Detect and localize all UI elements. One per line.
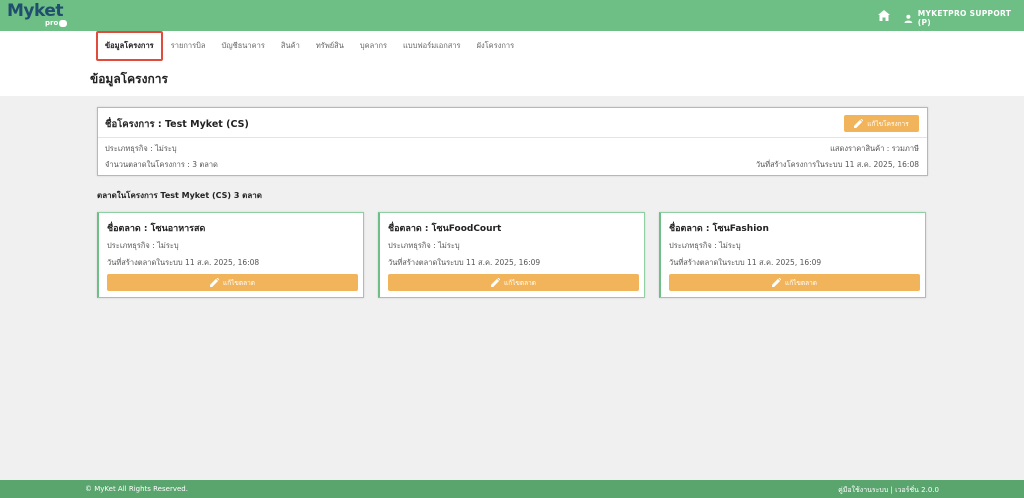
pencil-icon bbox=[491, 278, 501, 287]
market-created-date: วันที่สร้างตลาดในระบบ 11 ส.ค. 2025, 16:0… bbox=[388, 258, 541, 267]
home-icon[interactable] bbox=[878, 10, 890, 21]
edit-project-button[interactable]: แก้ไขโครงการ bbox=[844, 115, 919, 132]
footer: © MyKet All Rights Reserved. คู่มือใช้งา… bbox=[0, 480, 1024, 498]
tab-project-layout[interactable]: ผังโครงการ bbox=[469, 31, 523, 61]
edit-market-button[interactable]: แก้ไขตลาด bbox=[669, 274, 920, 291]
divider bbox=[98, 137, 927, 138]
tab-project-info[interactable]: ข้อมูลโครงการ bbox=[96, 31, 163, 61]
logo-text: Myket bbox=[7, 1, 64, 21]
logo-sub-text: pro bbox=[45, 19, 59, 27]
tab-products[interactable]: สินค้า bbox=[273, 31, 308, 61]
market-title: ชื่อตลาด : โซนFashion bbox=[669, 224, 769, 234]
user-icon bbox=[904, 14, 913, 23]
tab-list: ข้อมูลโครงการ รายการบิล บัญชีธนาคาร สินค… bbox=[96, 31, 522, 61]
tab-staff[interactable]: บุคลากร bbox=[352, 31, 395, 61]
market-created-date: วันที่สร้างตลาดในระบบ 11 ส.ค. 2025, 16:0… bbox=[669, 258, 822, 267]
tab-assets[interactable]: ทรัพย์สิน bbox=[308, 31, 352, 61]
tab-bills[interactable]: รายการบิล bbox=[163, 31, 214, 61]
footer-copyright: © MyKet All Rights Reserved. bbox=[85, 485, 188, 493]
market-title: ชื่อตลาด : โซนFoodCourt bbox=[388, 224, 502, 234]
pencil-icon bbox=[210, 278, 220, 287]
project-business-type: ประเภทธุรกิจ : ไม่ระบุ bbox=[105, 144, 177, 153]
markets-section-label: ตลาดในโครงการ Test Myket (CS) 3 ตลาด bbox=[97, 191, 262, 200]
edit-project-label: แก้ไขโครงการ bbox=[867, 119, 909, 128]
edit-market-button[interactable]: แก้ไขตลาด bbox=[107, 274, 358, 291]
edit-market-label: แก้ไขตลาด bbox=[785, 278, 817, 287]
project-price-display: แสดงราคาสินค้า : รวมภาษี bbox=[830, 144, 919, 153]
pencil-icon bbox=[772, 278, 782, 287]
user-menu[interactable]: MYKETPRO SUPPORT (P) bbox=[904, 9, 1024, 27]
market-card: ชื่อตลาด : โซนFoodCourt ประเภทธุรกิจ : ไ… bbox=[378, 212, 645, 298]
app-logo[interactable]: Myket pro bbox=[7, 1, 68, 30]
top-bar: Myket pro MYKETPRO SUPPORT (P) bbox=[0, 0, 1024, 31]
nav-bar: ข้อมูลโครงการ รายการบิล บัญชีธนาคาร สินค… bbox=[0, 31, 1024, 96]
market-created-date: วันที่สร้างตลาดในระบบ 11 ส.ค. 2025, 16:0… bbox=[107, 258, 260, 267]
logo-sub: pro bbox=[45, 19, 68, 27]
user-name: MYKETPRO SUPPORT (P) bbox=[917, 9, 1012, 27]
market-card: ชื่อตลาด : โซนFashion ประเภทธุรกิจ : ไม่… bbox=[659, 212, 926, 298]
project-market-count: จำนวนตลาดในโครงการ : 3 ตลาด bbox=[105, 160, 218, 169]
footer-version-link[interactable]: คู่มือใช้งานระบบ | เวอร์ชั่น 2.0.0 bbox=[838, 485, 939, 496]
tab-bank-accounts[interactable]: บัญชีธนาคาร bbox=[213, 31, 272, 61]
project-created-date: วันที่สร้างโครงการในระบบ 11 ส.ค. 2025, 1… bbox=[755, 160, 919, 169]
market-title: ชื่อตลาด : โซนอาหารสด bbox=[107, 224, 206, 234]
page-title: ข้อมูลโครงการ bbox=[90, 72, 168, 86]
edit-market-label: แก้ไขตลาด bbox=[504, 278, 536, 287]
tab-document-forms[interactable]: แบบฟอร์มเอกสาร bbox=[395, 31, 469, 61]
project-title: ชื่อโครงการ : Test Myket (CS) bbox=[105, 119, 249, 130]
project-card: ชื่อโครงการ : Test Myket (CS) แก้ไขโครงก… bbox=[97, 107, 928, 176]
edit-market-label: แก้ไขตลาด bbox=[223, 278, 255, 287]
pencil-icon bbox=[854, 119, 864, 128]
edit-market-button[interactable]: แก้ไขตลาด bbox=[388, 274, 639, 291]
market-business-type: ประเภทธุรกิจ : ไม่ระบุ bbox=[388, 241, 460, 250]
chat-bubble-icon bbox=[59, 19, 68, 27]
market-card: ชื่อตลาด : โซนอาหารสด ประเภทธุรกิจ : ไม่… bbox=[97, 212, 364, 298]
market-business-type: ประเภทธุรกิจ : ไม่ระบุ bbox=[669, 241, 741, 250]
market-business-type: ประเภทธุรกิจ : ไม่ระบุ bbox=[107, 241, 179, 250]
